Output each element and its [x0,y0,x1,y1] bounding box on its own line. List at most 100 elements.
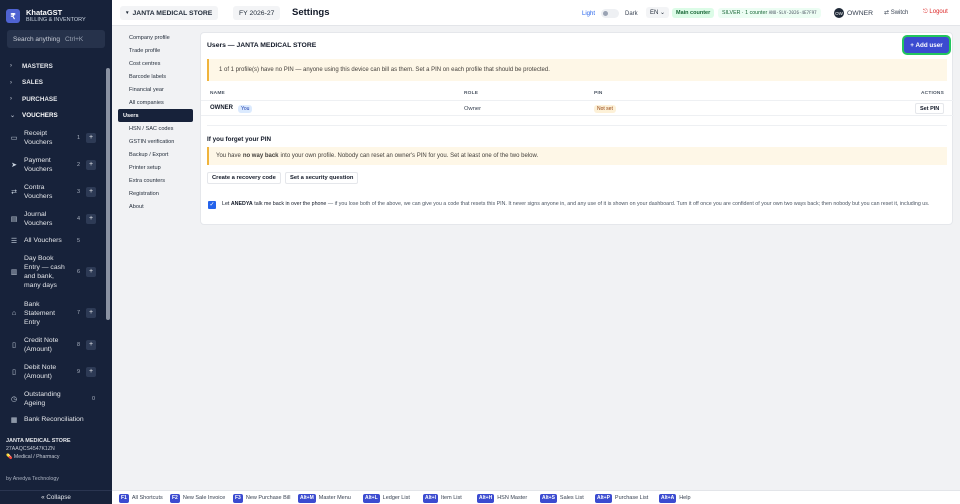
shortcut-bar: F1 All Shortcuts F2 New Sale Invoice F3 New… [112,490,960,504]
license-plan: SILVER · 1 counter [722,10,768,16]
users-panel: Users — JANTA MEDICAL STORE + Add user 1… [200,32,954,225]
language-selector[interactable]: EN ⌄ [646,7,670,18]
set-security-question-button[interactable]: Set a security question [285,172,359,184]
consent-text-company: ANEDYA [230,201,253,207]
theme-toggle[interactable]: Light Dark [582,9,638,18]
journal-icon: ▤ [10,215,18,223]
consent-text-d: — if you lose both of the above, we can … [327,201,930,207]
settings-nav-all-companies[interactable]: All companies [118,96,193,109]
logout-button[interactable]: ⎋ Logout [919,7,952,18]
settings-nav-barcode-labels[interactable]: Barcode labels [118,70,193,83]
counter-badge[interactable]: Main counter [672,8,715,18]
switch-user-button[interactable]: ⇄ Switch [880,7,912,18]
add-journal-button[interactable]: + [86,213,96,224]
shortcut-f2[interactable]: F2 New Sale Invoice [170,493,225,503]
add-bank-statement-button[interactable]: + [86,308,96,318]
settings-nav-financial-year[interactable]: Financial year [118,83,193,96]
chevron-right-icon: › [10,96,12,103]
shortcut-alt-p[interactable]: Alt+P Purchase List [595,493,648,503]
sidebar-item-contra-vouchers[interactable]: ⇄ Contra Vouchers 3 + [0,178,106,205]
add-debit-note-button[interactable]: + [86,366,96,377]
shortcut-alt-s[interactable]: Alt+S Sales List [540,493,584,503]
item-label: Day Book Entry — cash and bank, many day… [24,255,65,289]
info-text-c: into your own profile. Nobody can reset … [280,153,539,159]
store-selector-label: JANTA MEDICAL STORE [132,9,213,17]
add-day-book-button[interactable]: + [86,267,96,277]
shortcut-f1[interactable]: F1 All Shortcuts [119,493,163,503]
shortcut-alt-h[interactable]: Alt+H HSN Master [477,493,527,503]
sidebar-item-credit-note[interactable]: ▯ Credit Note (Amount) 8 + [0,331,106,358]
chevron-down-icon: ▾ [126,10,129,16]
settings-nav-company-profile[interactable]: Company profile [118,31,193,44]
item-shortcut: 3 [77,188,81,195]
search-shortcut: Ctrl+K [64,35,84,43]
phone-reset-checkbox[interactable]: ✓ [208,201,216,209]
brand-subtitle: BILLING & INVENTORY [26,16,86,23]
sidebar-item-payment-vouchers[interactable]: ➤ Payment Vouchers 2 + [0,151,106,178]
create-recovery-code-button[interactable]: Create a recovery code [207,172,281,184]
sidebar: ₹ KhataGST BILLING & INVENTORY Search an… [0,0,112,504]
info-text-bold: no way back [242,153,279,159]
rupee-logo-icon: ₹ [6,9,20,23]
divider [207,125,947,126]
settings-nav-cost-centres[interactable]: Cost centres [118,57,193,70]
sidebar-item-debit-note[interactable]: ▯ Debit Note (Amount) 9 + [0,358,106,385]
shortcut-alt-m[interactable]: Alt+M Master Menu [298,493,351,503]
sidebar-item-day-book-entry[interactable]: ▥ Day Book Entry — cash and bank, many da… [0,249,106,295]
sidebar-item-bank-statement-entry[interactable]: ⌂ Bank Statement Entry 7 + [0,295,106,331]
sidebar-scrollbar[interactable] [106,68,110,320]
sidebar-group-vouchers[interactable]: ⌄ VOUCHERS [0,108,106,125]
app-window: ₹ KhataGST BILLING & INVENTORY Search an… [0,0,960,504]
clock-icon: ◷ [10,395,18,403]
settings-nav-about[interactable]: About [118,200,193,213]
sidebar-search-input[interactable]: Search anything Ctrl+K [7,30,105,48]
settings-nav-printer-setup[interactable]: Printer setup [118,161,193,174]
add-user-button[interactable]: + Add user [904,37,949,53]
shortcut-alt-i[interactable]: Alt+I Item List [423,493,462,503]
shortcut-alt-a[interactable]: Alt+A Help [659,493,691,503]
brand-name: KhataGST [26,7,63,17]
sidebar-item-receipt-vouchers[interactable]: ▭ Receipt Vouchers 1 + [0,124,106,151]
add-contra-button[interactable]: + [86,186,96,197]
panel-title: Users — JANTA MEDICAL STORE [207,42,317,49]
set-pin-button[interactable]: Set PIN [915,103,945,114]
store-type: 💊 Medical / Pharmacy [6,454,60,460]
shortcut-key: Alt+P [595,493,612,503]
collapse-sidebar-button[interactable]: « Collapse [0,490,112,504]
settings-nav-users[interactable]: Users [118,109,193,122]
sidebar-group-masters[interactable]: › MASTERS [0,58,106,75]
settings-nav-registration[interactable]: Registration [118,187,193,200]
settings-nav: Company profile Trade profile Cost centr… [112,26,198,490]
group-label: VOUCHERS [22,112,58,120]
store-gstin: 27AAQCS4547K1ZN [6,446,55,452]
add-receipt-button[interactable]: + [86,132,96,143]
column-header-pin: PIN [594,91,603,96]
payment-icon: ➤ [11,161,17,169]
forgot-pin-info: You have no way back into your own profi… [207,147,947,165]
settings-nav-gstin-verification[interactable]: GSTIN verification [118,135,193,148]
user-menu[interactable]: OW OWNER [834,8,873,18]
settings-nav-hsn-sac[interactable]: HSN / SAC codes [118,122,193,135]
shortcut-f3[interactable]: F3 New Purchase Bill [233,493,290,503]
store-selector[interactable]: ▾ JANTA MEDICAL STORE [120,6,219,20]
add-payment-button[interactable]: + [86,159,96,170]
sidebar-item-outstanding-ageing[interactable]: ◷ Outstanding Ageing 0 [0,385,106,412]
add-credit-note-button[interactable]: + [86,339,96,350]
settings-nav-trade-profile[interactable]: Trade profile [118,44,193,57]
sidebar-group-purchase[interactable]: › PURCHASE [0,91,106,108]
theme-switch[interactable] [601,9,620,18]
search-placeholder: Search anything [13,35,60,43]
sidebar-item-journal-vouchers[interactable]: ▤ Journal Vouchers 4 + [0,205,106,232]
shortcut-alt-l[interactable]: Alt+L Ledger List [363,493,410,503]
settings-nav-backup-export[interactable]: Backup / Export [118,148,193,161]
sidebar-group-sales[interactable]: › SALES [0,75,106,92]
sidebar-item-all-vouchers[interactable]: ☰ All Vouchers 5 [0,232,106,249]
item-shortcut: 0 [92,395,96,402]
bank-icon: ⌂ [11,309,17,317]
license-badge: SILVER · 1 counter ANO-SLV-2026-4E7F97 [718,8,821,18]
shortcut-label: All Shortcuts [131,495,163,501]
shortcut-key: Alt+H [477,493,495,503]
sidebar-item-bank-reconciliation[interactable]: ▦ Bank Reconciliation [0,412,106,427]
financial-year-selector[interactable]: FY 2026-27 [233,6,281,20]
settings-nav-extra-counters[interactable]: Extra counters [118,174,193,187]
